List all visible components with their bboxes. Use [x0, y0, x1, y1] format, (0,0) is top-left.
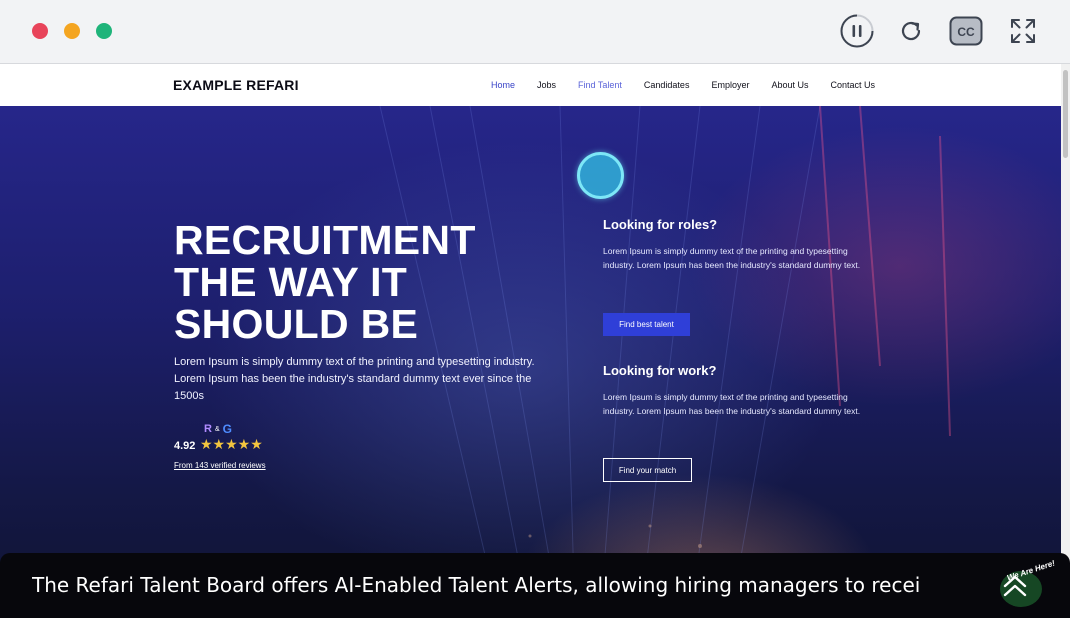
nav-employer[interactable]: Employer: [700, 80, 760, 90]
nav-find-talent[interactable]: Find Talent: [567, 80, 633, 90]
scroll-to-top-icon[interactable]: [1000, 571, 1030, 601]
badge-separator: &: [214, 425, 220, 433]
fullscreen-button[interactable]: [1006, 14, 1040, 48]
hero-subtitle: Lorem Ipsum is simply dummy text of the …: [174, 356, 535, 402]
find-your-match-button[interactable]: Find your match: [603, 458, 692, 482]
hero-title: RECRUITMENT THE WAY IT SHOULD BE: [174, 219, 534, 345]
caption-bar: The Refari Talent Board offers AI-Enable…: [0, 553, 1070, 618]
site-navbar: EXAMPLE REFARI Home Jobs Find Talent Can…: [0, 64, 1061, 106]
nav-jobs[interactable]: Jobs: [526, 80, 567, 90]
svg-text:CC: CC: [957, 25, 975, 39]
click-indicator: [577, 152, 624, 199]
hero-title-line: RECRUITMENT: [174, 217, 476, 263]
expand-icon: [1011, 19, 1035, 43]
nav-about-us[interactable]: About Us: [760, 80, 819, 90]
reload-icon: [901, 21, 921, 41]
cc-icon: CC: [949, 16, 983, 46]
pause-button[interactable]: [840, 14, 874, 48]
reload-button[interactable]: [894, 14, 928, 48]
site-logo[interactable]: EXAMPLE REFARI: [173, 77, 299, 93]
hero-section: RECRUITMENT THE WAY IT SHOULD BE Lorem I…: [0, 106, 1061, 618]
page-scrollbar[interactable]: [1061, 64, 1070, 618]
star-rating-icon: ★★★★★: [200, 436, 263, 452]
roles-heading: Looking for roles?: [603, 217, 718, 232]
nav-links: Home Jobs Find Talent Candidates Employe…: [480, 64, 886, 106]
pause-icon: [840, 14, 874, 48]
window-close-dot[interactable]: [32, 23, 48, 39]
hero-title-line: SHOULD BE: [174, 301, 419, 347]
nav-home[interactable]: Home: [480, 80, 526, 90]
hero-title-line: THE WAY IT: [174, 259, 408, 305]
google-logo-icon: G: [222, 422, 232, 436]
captions-button[interactable]: CC: [949, 14, 983, 48]
refari-logo-icon: R: [204, 423, 212, 435]
nav-contact-us[interactable]: Contact Us: [820, 80, 887, 90]
work-heading: Looking for work?: [603, 363, 717, 378]
caption-text: The Refari Talent Board offers AI-Enable…: [32, 573, 921, 597]
nav-candidates[interactable]: Candidates: [633, 80, 701, 90]
verified-reviews-link[interactable]: From 143 verified reviews: [174, 461, 266, 470]
window-minimize-dot[interactable]: [64, 23, 80, 39]
scrollbar-thumb[interactable]: [1063, 70, 1068, 158]
find-best-talent-button[interactable]: Find best talent: [603, 313, 690, 336]
player-toolbar: CC: [0, 0, 1070, 63]
rating-score: 4.92: [174, 440, 196, 452]
roles-text: Lorem Ipsum is simply dummy text of the …: [603, 246, 861, 270]
work-text: Lorem Ipsum is simply dummy text of the …: [603, 392, 861, 416]
review-platform-badges: R & G: [204, 422, 232, 436]
rating-widget: R & G 4.92 ★★★★★ From 143 verified revie…: [174, 422, 294, 474]
website-viewport: EXAMPLE REFARI Home Jobs Find Talent Can…: [0, 63, 1070, 618]
window-maximize-dot[interactable]: [96, 23, 112, 39]
